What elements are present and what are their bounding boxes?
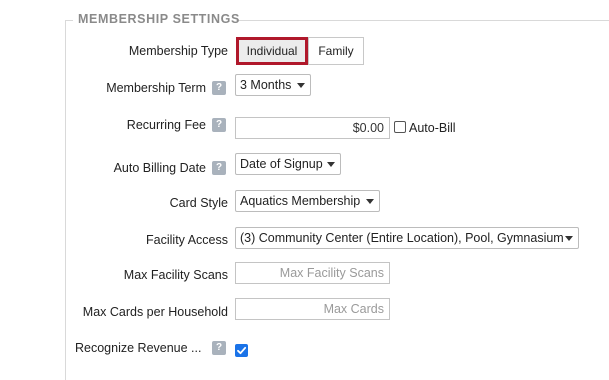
chevron-down-icon [565, 236, 573, 241]
max-facility-scans-input[interactable] [235, 262, 390, 284]
membership-term-select[interactable]: 3 Months [235, 74, 311, 96]
chevron-down-icon [327, 162, 335, 167]
section-border-vertical [65, 20, 66, 380]
section-border-top-left [65, 20, 73, 21]
membership-type-individual-button[interactable]: Individual [236, 37, 308, 65]
auto-billing-date-select[interactable]: Date of Signup [235, 153, 341, 175]
facility-access-value: (3) Community Center (Entire Location), … [240, 231, 564, 245]
card-style-select[interactable]: Aquatics Membership [235, 190, 380, 212]
max-cards-input[interactable] [235, 298, 390, 320]
max-cards-label: Max Cards per Household [82, 305, 228, 319]
max-facility-scans-label: Max Facility Scans [123, 268, 228, 282]
auto-billing-date-label: Auto Billing Date [113, 161, 206, 175]
chevron-down-icon [297, 83, 305, 88]
recognize-revenue-label: Recognize Revenue ... [75, 341, 202, 355]
card-style-label: Card Style [169, 196, 228, 210]
membership-type-family-button[interactable]: Family [308, 37, 364, 65]
card-style-value: Aquatics Membership [240, 194, 361, 208]
checkmark-icon [237, 346, 247, 355]
facility-access-select[interactable]: (3) Community Center (Entire Location), … [235, 227, 579, 249]
membership-type-toggle: Individual Family [236, 37, 364, 65]
membership-type-label: Membership Type [128, 44, 228, 58]
recurring-fee-input[interactable] [235, 117, 390, 139]
membership-term-value: 3 Months [240, 78, 292, 92]
recurring-fee-help-icon[interactable]: ? [212, 118, 226, 132]
membership-term-label: Membership Term [106, 81, 206, 95]
recognize-revenue-checkbox[interactable] [235, 344, 248, 357]
recurring-fee-label: Recurring Fee [126, 118, 206, 132]
recognize-revenue-help-icon[interactable]: ? [212, 341, 226, 355]
auto-bill-checkbox[interactable] [394, 121, 406, 133]
section-border-top-right [236, 20, 609, 21]
auto-billing-date-value: Date of Signup [240, 157, 323, 171]
section-title: MEMBERSHIP SETTINGS [78, 12, 240, 26]
facility-access-label: Facility Access [146, 233, 228, 247]
auto-bill-label: Auto-Bill [409, 121, 456, 135]
membership-term-help-icon[interactable]: ? [212, 81, 226, 95]
chevron-down-icon [366, 199, 374, 204]
auto-billing-date-help-icon[interactable]: ? [212, 161, 226, 175]
